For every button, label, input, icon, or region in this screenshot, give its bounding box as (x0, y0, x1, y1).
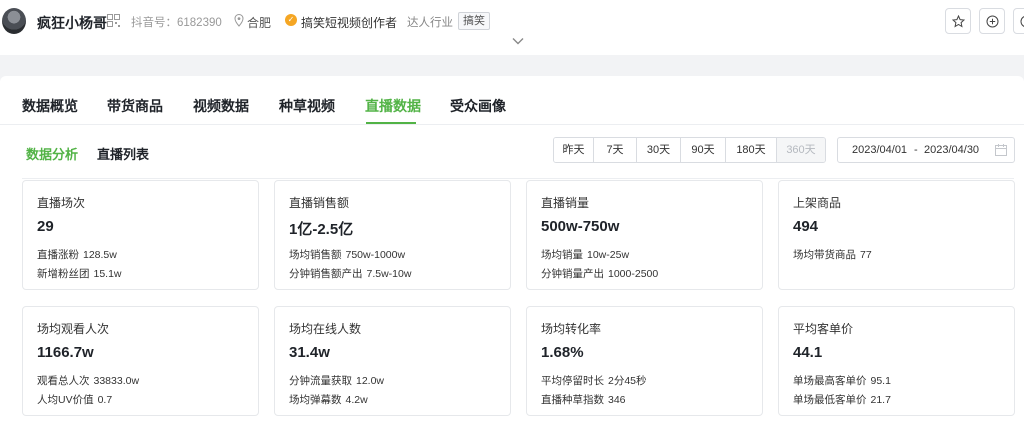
location-text: 合肥 (247, 16, 272, 30)
range-7d[interactable]: 7天 (594, 138, 637, 162)
live-data-panel: 数据概览 带货商品 视频数据 种草视频 直播数据 受众画像 数据分析 直播列表 … (0, 76, 1024, 423)
verified-badge-icon: ✓ (285, 14, 297, 26)
card-value: 1166.7w (37, 344, 94, 361)
metric-card-products: 上架商品 494 场均带货商品 77 (778, 180, 1015, 290)
star-icon (951, 14, 965, 28)
card-sub-row: 新增粉丝团 15.1w (37, 268, 122, 280)
date-range-picker[interactable]: 2023/04/01 - 2023/04/30 (837, 137, 1015, 163)
metric-card-avg-order-value: 平均客单价 44.1 单场最高客单价 95.1 单场最低客单价 21.7 (778, 306, 1015, 416)
range-360d[interactable]: 360天 (777, 138, 825, 162)
date-end: 2023/04/30 (924, 144, 980, 156)
qrcode-icon[interactable] (107, 14, 120, 27)
active-tab-indicator (366, 122, 416, 124)
tab-overview[interactable]: 数据概览 (22, 96, 78, 116)
card-value: 500w-750w (541, 218, 620, 235)
card-value: 31.4w (289, 344, 330, 361)
range-180d[interactable]: 180天 (726, 138, 777, 162)
plus-circle-icon (986, 15, 998, 27)
date-separator: - (914, 144, 918, 156)
card-sub-row: 分钟销量产出 1000-2500 (541, 268, 659, 280)
metric-card-live-sales: 直播销售额 1亿-2.5亿 场均销售额 750w-1000w 分钟销售额产出 7.5… (274, 180, 511, 290)
metric-card-live-sessions: 直播场次 29 直播涨粉 128.5w 新增粉丝团 15.1w (22, 180, 259, 290)
creator-badge: 搞笑短视频创作者 (301, 16, 398, 30)
range-90d[interactable]: 90天 (681, 138, 726, 162)
avatar[interactable] (2, 8, 26, 34)
card-title: 直播场次 (37, 196, 86, 210)
card-sub-row: 单场最低客单价 21.7 (793, 394, 891, 406)
card-sub-row: 单场最高客单价 95.1 (793, 375, 891, 387)
card-sub-row: 平均停留时长 2分45秒 (541, 375, 647, 387)
tab-live-data[interactable]: 直播数据 (365, 96, 421, 116)
favorite-button[interactable] (945, 8, 971, 34)
card-sub-row: 分钟销售额产出 7.5w-10w (289, 268, 412, 280)
more-button[interactable] (1013, 8, 1024, 34)
card-title: 直播销售额 (289, 196, 350, 210)
card-sub-row: 人均UV价值 0.7 (37, 394, 113, 406)
card-title: 场均转化率 (541, 322, 602, 336)
card-title: 平均客单价 (793, 322, 854, 336)
location-icon (234, 14, 244, 27)
card-sub-row: 直播涨粉 128.5w (37, 249, 117, 261)
card-value: 1.68% (541, 344, 584, 361)
metric-card-avg-views: 场均观看人次 1166.7w 观看总人次 33833.0w 人均UV价值 0.7 (22, 306, 259, 416)
card-sub-row: 分钟流量获取 12.0w (289, 375, 385, 387)
calendar-icon (995, 144, 1007, 156)
chevron-down-icon[interactable] (512, 37, 524, 45)
card-sub-row: 观看总人次 33833.0w (37, 375, 140, 387)
metric-card-live-volume: 直播销量 500w-750w 场均销量 10w-25w 分钟销量产出 1000-25… (526, 180, 763, 290)
more-icon (1020, 15, 1024, 27)
add-button[interactable] (979, 8, 1005, 34)
tab-seeding-videos[interactable]: 种草视频 (279, 96, 335, 116)
card-sub-row: 场均带货商品 77 (793, 249, 872, 261)
card-title: 直播销量 (541, 196, 590, 210)
card-value: 1亿-2.5亿 (289, 221, 354, 238)
card-value: 44.1 (793, 344, 823, 361)
card-sub-row: 直播种草指数 346 (541, 394, 626, 406)
card-title: 场均在线人数 (289, 322, 362, 336)
profile-header: 疯狂小杨哥 抖音号：6182390 合肥 ✓ 搞笑短视频创作者 达人行业 搞笑 (0, 0, 1024, 55)
account-id: 抖音号：6182390 (131, 17, 222, 29)
tab-audience[interactable]: 受众画像 (450, 96, 506, 116)
main-tabs: 数据概览 带货商品 视频数据 种草视频 直播数据 受众画像 (0, 76, 1024, 125)
subtab-analysis[interactable]: 数据分析 (26, 144, 78, 163)
divider (22, 178, 1014, 179)
card-title: 上架商品 (793, 196, 842, 210)
tab-products[interactable]: 带货商品 (107, 96, 163, 116)
range-30d[interactable]: 30天 (637, 138, 681, 162)
card-sub-row: 场均弹幕数 4.2w (289, 394, 368, 406)
industry-tag: 搞笑 (458, 12, 490, 30)
date-start: 2023/04/01 (852, 144, 908, 156)
metric-card-conversion: 场均转化率 1.68% 平均停留时长 2分45秒 直播种草指数 346 (526, 306, 763, 416)
industry-label: 达人行业 (407, 17, 453, 29)
card-value: 29 (37, 218, 54, 235)
profile-name: 疯狂小杨哥 (37, 15, 107, 31)
subtab-live-list[interactable]: 直播列表 (97, 144, 149, 163)
card-sub-row: 场均销售额 750w-1000w (289, 249, 406, 261)
range-yesterday[interactable]: 昨天 (554, 138, 594, 162)
tab-video-data[interactable]: 视频数据 (193, 96, 249, 116)
card-title: 场均观看人次 (37, 322, 110, 336)
card-value: 494 (793, 218, 819, 235)
metric-card-avg-online: 场均在线人数 31.4w 分钟流量获取 12.0w 场均弹幕数 4.2w (274, 306, 511, 416)
card-sub-row: 场均销量 10w-25w (541, 249, 630, 261)
time-range-selector: 昨天 7天 30天 90天 180天 360天 (553, 137, 826, 163)
